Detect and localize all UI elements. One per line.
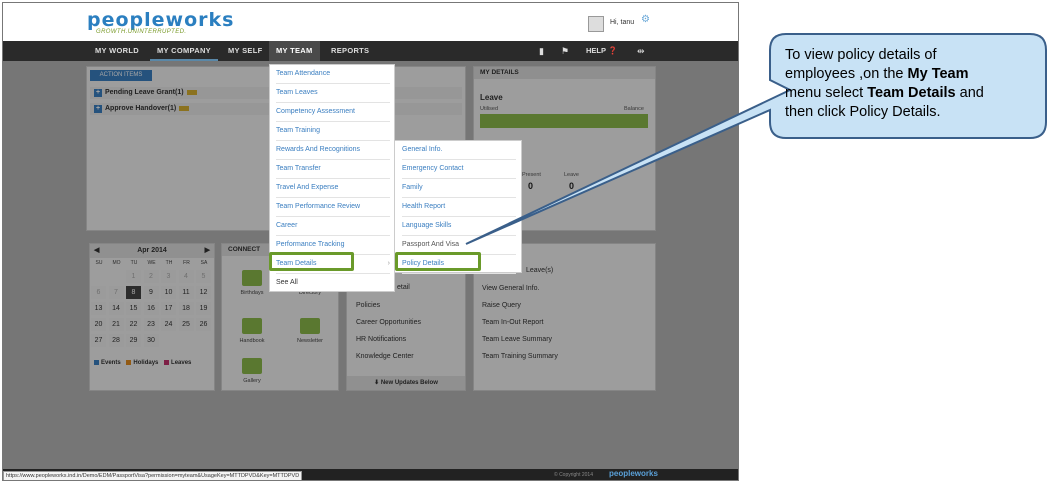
callout-fragment: and (955, 85, 984, 101)
callout-line: employees ,on the My Team (785, 65, 1025, 84)
callout-bold: My Team (907, 66, 969, 82)
callout-line: then click Policy Details. (785, 104, 941, 120)
callout-text: To view policy details of employees ,on … (785, 46, 1025, 122)
callout-fragment: menu select (785, 85, 868, 101)
callout-line: To view policy details of (785, 47, 937, 63)
callout-line: menu select Team Details and (785, 84, 1025, 103)
callout-fragment: employees ,on the (785, 66, 908, 82)
callout-bold: Team Details (867, 85, 956, 101)
